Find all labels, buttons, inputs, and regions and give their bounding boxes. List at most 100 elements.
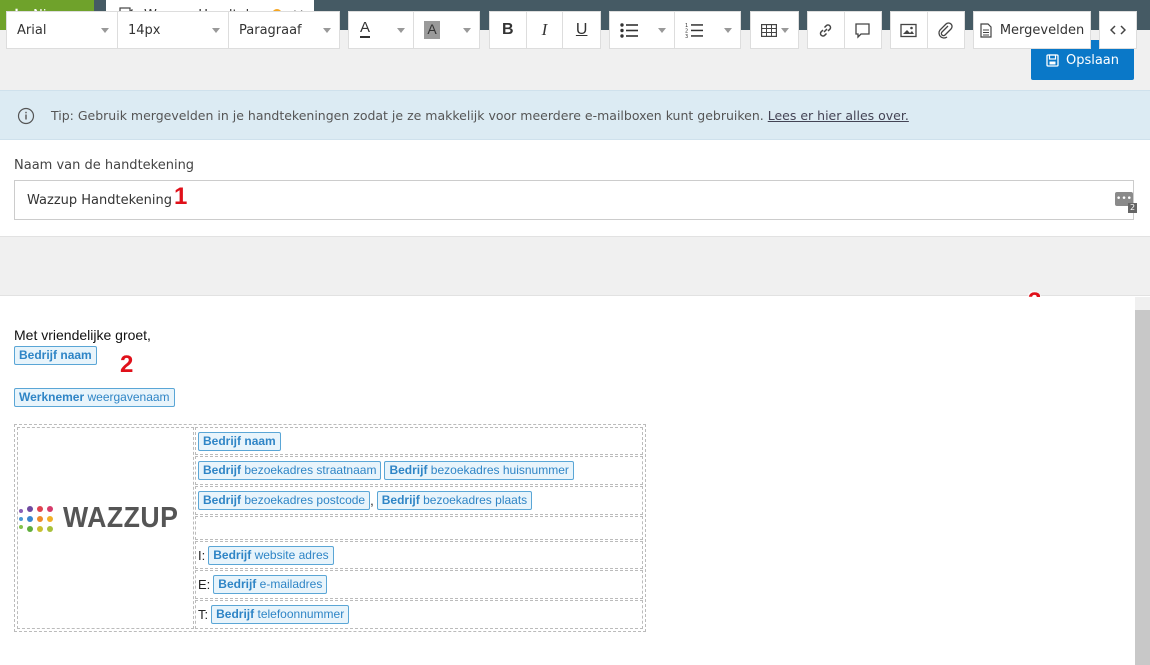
name-field-label: Naam van de handtekening bbox=[14, 158, 195, 173]
greeting-text: Met vriendelijke groet, bbox=[14, 327, 151, 343]
bold-button[interactable]: B bbox=[490, 12, 527, 48]
info-icon bbox=[17, 107, 35, 125]
insert-image-button[interactable] bbox=[891, 12, 928, 48]
merge-field: naam bbox=[244, 433, 276, 448]
insert-table-button[interactable] bbox=[751, 12, 798, 48]
code-icon bbox=[1110, 25, 1126, 35]
font-size-select[interactable]: 14px bbox=[118, 12, 229, 48]
table-icon bbox=[761, 24, 777, 37]
row-prefix: T: bbox=[198, 607, 209, 622]
underline-button[interactable]: U bbox=[563, 12, 600, 48]
row-prefix: I: bbox=[198, 547, 206, 563]
background-color-button[interactable]: A bbox=[414, 12, 479, 48]
merge-field: bezoekadres huisnummer bbox=[430, 463, 569, 477]
format-selects: Arial 14px Paragraaf bbox=[6, 11, 340, 49]
chevron-down-icon bbox=[101, 28, 109, 33]
merge-field: bezoekadres plaats bbox=[423, 493, 528, 507]
source-code-button[interactable] bbox=[1100, 12, 1136, 48]
merge-entity: Bedrijf bbox=[203, 463, 242, 477]
merge-entity: Bedrijf bbox=[213, 547, 252, 562]
merge-field-website[interactable]: Bedrijf website adres bbox=[208, 545, 334, 565]
font-family-select[interactable]: Arial bbox=[7, 12, 118, 48]
merge-entity: Bedrijf bbox=[203, 493, 242, 507]
link-group bbox=[807, 11, 882, 49]
block-format-select[interactable]: Paragraaf bbox=[229, 12, 339, 48]
tip-text: Tip: Gebruik mergevelden in je handteken… bbox=[51, 108, 909, 123]
comment-icon bbox=[855, 22, 870, 39]
insert-comment-button[interactable] bbox=[845, 12, 882, 48]
underline-icon: U bbox=[575, 21, 588, 38]
logo-wordmark: WAZZUP bbox=[63, 502, 179, 534]
paperclip-icon bbox=[938, 21, 953, 39]
annotation-1: 1 bbox=[174, 183, 188, 210]
text-color-button[interactable]: A bbox=[349, 12, 414, 48]
save-icon bbox=[1046, 53, 1059, 67]
tip-message: Tip: Gebruik mergevelden in je handteken… bbox=[51, 108, 764, 123]
merge-field-email[interactable]: Bedrijf e-mailadres bbox=[213, 575, 328, 594]
row-prefix: E: bbox=[198, 577, 211, 592]
chevron-down-icon bbox=[397, 28, 405, 33]
table-group bbox=[750, 11, 799, 49]
text-color-icon: A bbox=[360, 19, 371, 38]
merge-entity: Bedrijf bbox=[218, 577, 257, 591]
numbered-list-button[interactable]: 123 bbox=[675, 12, 740, 48]
background-color-icon: A bbox=[424, 21, 440, 39]
logo-dots-icon bbox=[19, 505, 53, 532]
italic-icon: I bbox=[541, 20, 548, 39]
merge-field: bezoekadres straatnaam bbox=[244, 463, 377, 477]
merge-entity: Bedrijf bbox=[381, 493, 420, 507]
merge-field-postcode[interactable]: Bedrijf bezoekadres postcode bbox=[198, 491, 371, 510]
color-group: A A bbox=[348, 11, 480, 49]
merge-field-house-number[interactable]: Bedrijf bezoekadres huisnummer bbox=[384, 461, 574, 480]
merge-field-phone[interactable]: Bedrijf telefoonnummer bbox=[211, 605, 350, 624]
merge-field: telefoonnummer bbox=[257, 607, 345, 621]
chevron-down-icon bbox=[724, 28, 732, 33]
merge-group: Mergevelden bbox=[973, 11, 1091, 49]
wazzup-logo: WAZZUP bbox=[18, 502, 188, 535]
merge-fields-button[interactable]: Mergevelden bbox=[974, 12, 1090, 48]
italic-button[interactable]: I bbox=[527, 12, 564, 48]
document-icon bbox=[980, 22, 992, 38]
merge-field: e-mailadres bbox=[259, 577, 323, 591]
link-icon bbox=[820, 23, 832, 37]
font-family-value: Arial bbox=[17, 22, 47, 38]
media-group bbox=[890, 11, 965, 49]
text-style-group: B I U bbox=[489, 11, 601, 49]
code-group bbox=[1099, 11, 1137, 49]
merge-entity: Werknemer bbox=[19, 390, 85, 404]
merge-field: bezoekadres postcode bbox=[244, 493, 366, 507]
tip-banner: Tip: Gebruik mergevelden in je handteken… bbox=[0, 90, 1150, 140]
bold-icon: B bbox=[502, 21, 514, 38]
bullet-list-button[interactable] bbox=[610, 12, 675, 48]
merge-field-company-name[interactable]: Bedrijf naam bbox=[198, 431, 281, 451]
signature-row-empty bbox=[195, 516, 643, 540]
block-format-value: Paragraaf bbox=[239, 22, 302, 38]
insert-link-button[interactable] bbox=[808, 12, 845, 48]
numbered-list-icon: 123 bbox=[685, 23, 703, 39]
chevron-down-icon bbox=[781, 28, 789, 33]
separator-comma: , bbox=[370, 493, 374, 508]
bullet-list-icon bbox=[620, 23, 638, 38]
merge-entity: Bedrijf bbox=[216, 607, 255, 621]
merge-field-city[interactable]: Bedrijf bezoekadres plaats bbox=[376, 491, 533, 510]
password-manager-count: 2 bbox=[1128, 203, 1138, 213]
merge-entity: Bedrijf bbox=[389, 463, 428, 477]
logo-cell: WAZZUP bbox=[17, 427, 194, 629]
signature-row: Bedrijf bezoekadres straatnaam Bedrijf b… bbox=[195, 456, 643, 485]
svg-text:3: 3 bbox=[685, 34, 688, 39]
signature-row: T: Bedrijf telefoonnummer bbox=[195, 600, 643, 629]
scrollbar-thumb[interactable] bbox=[1135, 310, 1150, 665]
annotation-2: 2 bbox=[120, 351, 134, 378]
merge-entity: Bedrijf bbox=[203, 433, 242, 448]
list-group: 123 bbox=[609, 11, 741, 49]
attach-file-button[interactable] bbox=[928, 12, 965, 48]
merge-entity: Bedrijf bbox=[19, 348, 58, 362]
chevron-down-icon bbox=[463, 28, 471, 33]
merge-field-company-name[interactable]: Bedrijf naam bbox=[14, 346, 97, 365]
merge-field-street[interactable]: Bedrijf bezoekadres straatnaam bbox=[198, 461, 382, 480]
scrollbar-track[interactable] bbox=[1135, 297, 1150, 310]
merge-field-employee-name[interactable]: Werknemer weergavenaam bbox=[14, 388, 175, 407]
merge-fields-label: Mergevelden bbox=[999, 22, 1085, 38]
chevron-down-icon bbox=[212, 28, 220, 33]
tip-link[interactable]: Lees er hier alles over. bbox=[768, 108, 909, 123]
